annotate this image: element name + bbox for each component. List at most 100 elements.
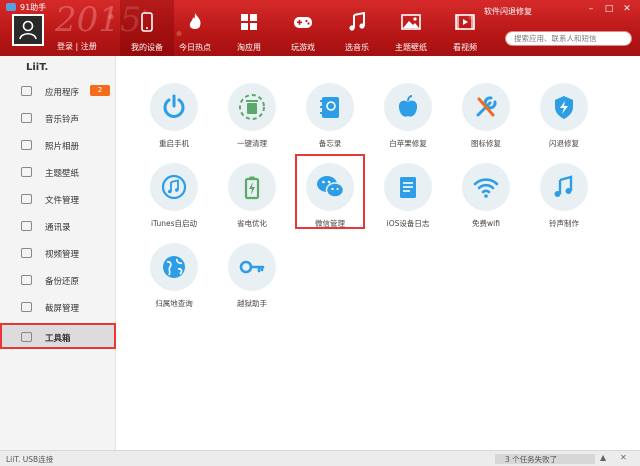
tab-label: 选音乐 <box>345 43 369 52</box>
sidebar-item-label: 主题壁纸 <box>45 169 80 179</box>
tab-today-hot[interactable]: 今日热点 <box>168 0 222 56</box>
login-register-link[interactable]: 登录 | 注册 <box>57 41 97 52</box>
close-tasks-button[interactable]: ✕ <box>620 453 627 462</box>
tool-power-saving[interactable]: 省电优化 <box>213 163 291 233</box>
contacts-icon <box>21 221 32 231</box>
update-count-badge: 2 <box>90 85 110 96</box>
status-bar: LiiT. USB连接 3 个任务失败了 ▲ ✕ <box>0 450 640 466</box>
sidebar-item-videos[interactable]: 视频管理 <box>0 242 116 264</box>
tool-label: 铃声制作 <box>549 219 579 228</box>
tool-label: 越狱助手 <box>237 299 267 308</box>
tool-crash-fix[interactable]: 闪退修复 <box>525 83 603 153</box>
expand-tasks-button[interactable]: ▲ <box>600 453 606 462</box>
close-button[interactable]: ✕ <box>620 3 634 15</box>
user-icon <box>19 20 37 40</box>
sidebar-item-apps[interactable]: 应用程序 2 <box>0 80 116 102</box>
sidebar-item-toolbox[interactable]: 工具箱 <box>0 323 116 349</box>
tool-memo[interactable]: 备忘录 <box>291 83 369 153</box>
tab-label: 我的设备 <box>131 43 163 52</box>
tool-ringtone-maker[interactable]: 铃声制作 <box>525 163 603 233</box>
sidebar-item-label: 文件管理 <box>45 196 80 206</box>
tool-label: 免费wifi <box>472 219 500 228</box>
tool-free-wifi[interactable]: 免费wifi <box>447 163 525 233</box>
apps-icon <box>241 14 257 30</box>
toolbox-panel: 重启手机 一键清理 备忘录 白苹果修复 图标修复 闪退修复 iTunes自启动 … <box>117 56 640 450</box>
sidebar-item-label: 工具箱 <box>45 334 71 344</box>
task-status[interactable]: 3 个任务失败了 <box>505 454 557 465</box>
sidebar-item-files[interactable]: 文件管理 <box>0 188 116 210</box>
tool-one-click-clean[interactable]: 一键清理 <box>213 83 291 153</box>
window-title: 91助手 <box>20 3 47 12</box>
tab-label: 看视频 <box>453 43 477 52</box>
ringtone-icon <box>554 175 573 197</box>
wechat-icon <box>317 176 345 198</box>
tool-location-lookup[interactable]: 归属地查询 <box>135 243 213 313</box>
sidebar-item-contacts[interactable]: 通讯录 <box>0 215 116 237</box>
tab-apps[interactable]: 淘应用 <box>222 0 276 56</box>
log-icon <box>400 177 416 198</box>
app-logo-icon <box>6 3 16 11</box>
folder-icon <box>21 194 32 204</box>
tab-label: 玩游戏 <box>291 43 315 52</box>
minimize-button[interactable]: – <box>584 3 598 15</box>
sidebar-item-label: 照片相册 <box>45 142 80 152</box>
notebook-icon <box>320 97 339 118</box>
sidebar-item-music[interactable]: 音乐铃声 <box>0 107 116 129</box>
device-header[interactable]: LiiT. <box>0 56 116 78</box>
sidebar-item-label: 通讯录 <box>45 223 71 233</box>
sidebar-item-label: 视频管理 <box>45 250 80 260</box>
tool-label: 归属地查询 <box>155 299 193 308</box>
search-input[interactable]: 搜索应用、联系人和短信 <box>505 31 632 46</box>
sidebar-item-backup[interactable]: 备份还原 <box>0 269 116 291</box>
avatar[interactable] <box>12 14 44 46</box>
tool-icon-fix[interactable]: 图标修复 <box>447 83 525 153</box>
tab-games[interactable]: 玩游戏 <box>276 0 330 56</box>
tab-label: 今日热点 <box>179 43 211 52</box>
tool-label: 一键清理 <box>237 139 267 148</box>
sidebar: LiiT. 应用程序 2 音乐铃声 照片相册 主题壁纸 文件管理 通讯录 视频管… <box>0 56 116 450</box>
maximize-button[interactable]: □ <box>602 3 616 15</box>
backup-icon <box>21 275 32 285</box>
tab-label: 主题壁纸 <box>395 43 427 52</box>
tool-label: 微信管理 <box>315 219 345 228</box>
sidebar-item-label: 备份还原 <box>45 277 80 287</box>
tool-label: 闪退修复 <box>549 139 579 148</box>
crash-fix-link[interactable]: 软件闪退修复 <box>484 6 532 17</box>
phone-icon <box>141 12 153 32</box>
film-icon <box>455 14 475 30</box>
power-icon <box>163 94 185 118</box>
key-icon <box>239 260 265 274</box>
video-icon <box>21 248 32 258</box>
toolbox-icon <box>21 332 32 342</box>
apple-icon <box>398 95 418 117</box>
sidebar-item-wallpaper[interactable]: 主题壁纸 <box>0 161 116 183</box>
tab-music[interactable]: 选音乐 <box>330 0 384 56</box>
sidebar-item-screenshots[interactable]: 截屏管理 <box>0 296 116 318</box>
shield-bolt-icon <box>555 96 573 119</box>
tab-label: 淘应用 <box>237 43 261 52</box>
tool-itunes-autostart[interactable]: iTunes自启动 <box>135 163 213 233</box>
tab-my-device[interactable]: 我的设备 <box>120 0 174 56</box>
tool-restart-phone[interactable]: 重启手机 <box>135 83 213 153</box>
wrench-icon <box>476 96 497 117</box>
picture-icon <box>401 14 421 30</box>
apps-icon <box>21 86 32 96</box>
tool-label: 省电优化 <box>237 219 267 228</box>
tool-ios-log[interactable]: iOS设备日志 <box>369 163 447 233</box>
trash-icon <box>239 94 265 120</box>
tab-wallpaper[interactable]: 主题壁纸 <box>384 0 438 56</box>
photo-icon <box>21 140 32 150</box>
tool-label: iOS设备日志 <box>386 219 430 228</box>
flame-icon <box>189 13 201 29</box>
tool-label: iTunes自启动 <box>150 219 198 228</box>
music-note-icon <box>21 113 32 123</box>
wifi-icon <box>473 178 499 198</box>
sidebar-item-label: 应用程序 <box>45 88 80 98</box>
connection-status[interactable]: LiiT. USB连接 <box>6 454 53 465</box>
tool-white-apple-fix[interactable]: 白苹果修复 <box>369 83 447 153</box>
tool-wechat-manage[interactable]: 微信管理 <box>295 154 365 229</box>
sidebar-item-photos[interactable]: 照片相册 <box>0 134 116 156</box>
globe-icon <box>163 256 185 278</box>
itunes-icon <box>161 174 187 200</box>
tool-jailbreak-assistant[interactable]: 越狱助手 <box>213 243 291 313</box>
